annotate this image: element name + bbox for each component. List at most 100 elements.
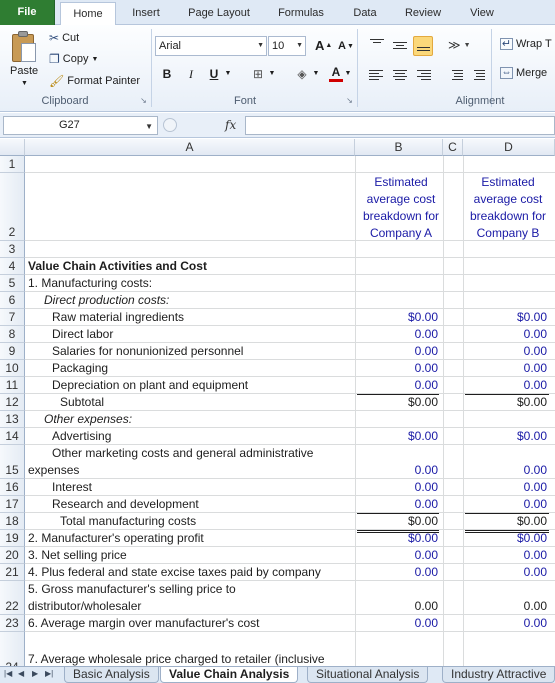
select-all-corner[interactable]	[0, 139, 25, 156]
cell-b-value[interactable]: $0.00	[356, 514, 438, 528]
cell-b-value[interactable]: 0.00	[356, 378, 438, 392]
align-center-icon[interactable]	[391, 66, 409, 84]
sheet-tab-basic-analysis[interactable]: Basic Analysis	[64, 667, 159, 683]
italic-button[interactable]: I	[184, 65, 198, 83]
column-header-a[interactable]: A	[25, 139, 355, 156]
cell-a-label[interactable]: Raw material ingredients	[52, 310, 184, 324]
sheet-tab-value-chain-analysis[interactable]: Value Chain Analysis	[160, 667, 299, 683]
cell-b-value[interactable]: $0.00	[356, 531, 438, 545]
cell-d-value[interactable]: 0.00	[464, 616, 547, 630]
cell-b-value[interactable]: 0.00	[356, 599, 438, 613]
column-header-b[interactable]: B	[355, 139, 443, 156]
paste-button[interactable]: Paste	[10, 65, 38, 77]
row-header[interactable]: 17	[0, 496, 25, 513]
cell-a-label[interactable]: Depreciation on plant and equipment	[52, 378, 248, 392]
cell-b-value[interactable]: 0.00	[356, 616, 438, 630]
cell-a-label[interactable]: 5. Gross manufacturer's selling price to…	[28, 582, 236, 613]
cell-d-value[interactable]: 0.00	[464, 480, 547, 494]
last-sheet-icon[interactable]: ▶|	[45, 669, 53, 678]
borders-dropdown-icon[interactable]: ▼	[268, 65, 276, 83]
copy-button[interactable]: ❐ Copy ▼	[49, 52, 98, 66]
cell-a-label[interactable]: 6. Average margin over manufacturer's co…	[28, 616, 260, 630]
cut-button[interactable]: ✂ Cut	[49, 31, 79, 45]
orientation-button[interactable]: ≫ ▼	[448, 38, 471, 52]
paste-icon[interactable]	[10, 30, 38, 64]
middle-align-icon[interactable]	[391, 36, 409, 54]
tab-formulas[interactable]: Formulas	[274, 5, 328, 25]
cell-b-value[interactable]: $0.00	[356, 429, 438, 443]
merge-center-button[interactable]: ⇔ Merge	[500, 67, 547, 79]
cell-d-value[interactable]: 0.00	[464, 327, 547, 341]
row-header[interactable]: 5	[0, 275, 25, 292]
cell-a-label[interactable]: Direct labor	[52, 327, 113, 341]
row-header[interactable]: 4	[0, 258, 25, 275]
cell-a-label[interactable]: Direct production costs:	[44, 293, 169, 307]
increase-indent-icon[interactable]	[468, 66, 486, 84]
cell-b-value[interactable]: $0.00	[356, 310, 438, 324]
decrease-indent-icon[interactable]	[446, 66, 464, 84]
tab-review[interactable]: Review	[400, 5, 446, 25]
format-painter-button[interactable]: 🖌 Format Painter	[49, 74, 140, 88]
font-color-button[interactable]: A	[329, 65, 343, 82]
tab-file[interactable]: File	[0, 0, 55, 25]
cell-b-value[interactable]: 0.00	[356, 548, 438, 562]
cell-a-label[interactable]: Other marketing costs and general admini…	[28, 446, 313, 477]
top-align-icon[interactable]	[368, 36, 386, 54]
cell-b-value[interactable]: 0.00	[356, 480, 438, 494]
paste-dropdown-icon[interactable]: ▼	[21, 80, 28, 87]
cell-d-value[interactable]: $0.00	[464, 310, 547, 324]
prev-sheet-icon[interactable]: ◀	[18, 669, 24, 678]
cell-a-label[interactable]: Advertising	[52, 429, 111, 443]
cell-d-value[interactable]: $0.00	[464, 514, 547, 528]
align-left-icon[interactable]	[368, 66, 386, 84]
cell-b-value[interactable]: 0.00	[356, 327, 438, 341]
tab-data[interactable]: Data	[349, 5, 381, 25]
cell-d-value[interactable]: 0.00	[464, 344, 547, 358]
cell-a-label[interactable]: Salaries for nonunionized personnel	[52, 344, 243, 358]
cell-b-value[interactable]: $0.00	[356, 395, 438, 409]
tab-home[interactable]: Home	[60, 2, 116, 26]
cell-d-value[interactable]: $0.00	[464, 395, 547, 409]
cell-a-label[interactable]: Total manufacturing costs	[60, 514, 196, 528]
cell-d-value[interactable]: 0.00	[464, 463, 547, 477]
row-header[interactable]: 20	[0, 547, 25, 564]
cell-d-value[interactable]: 0.00	[464, 565, 547, 579]
tab-insert[interactable]: Insert	[128, 5, 164, 25]
font-size-select[interactable]: 10 ▼	[268, 36, 306, 56]
sheet-tab-situational-analysis[interactable]: Situational Analysis	[307, 667, 429, 683]
cell-d-value[interactable]: $0.00	[464, 531, 547, 545]
row-header[interactable]: 19	[0, 530, 25, 547]
row-header[interactable]: 7	[0, 309, 25, 326]
cell-d-value[interactable]: 0.00	[464, 361, 547, 375]
underline-button[interactable]: U	[207, 65, 221, 83]
row-header[interactable]: 13	[0, 411, 25, 428]
row-header[interactable]: 12	[0, 394, 25, 411]
sheet-tab-industry-attractive[interactable]: Industry Attractive	[442, 667, 555, 683]
row-header[interactable]: 18	[0, 513, 25, 530]
cell-b2-header[interactable]: Estimated average cost breakdown for Com…	[357, 174, 445, 242]
row-header[interactable]: 2	[0, 173, 25, 241]
align-right-icon[interactable]	[414, 66, 432, 84]
next-sheet-icon[interactable]: ▶	[32, 669, 38, 678]
shrink-font-button[interactable]: A ▼	[338, 40, 354, 52]
row-header[interactable]: 6	[0, 292, 25, 309]
font-launcher-icon[interactable]: ↘	[345, 97, 354, 106]
fill-color-button[interactable]: ◈	[293, 65, 311, 83]
bold-button[interactable]: B	[160, 65, 174, 83]
cell-d-value[interactable]: $0.00	[464, 429, 547, 443]
cell-b-value[interactable]: 0.00	[356, 463, 438, 477]
row-header[interactable]: 10	[0, 360, 25, 377]
bottom-align-icon[interactable]	[413, 36, 433, 56]
cell-d-value[interactable]: 0.00	[464, 378, 547, 392]
row-header[interactable]: 24	[0, 632, 25, 666]
row-header[interactable]: 22	[0, 581, 25, 615]
column-header-c[interactable]: C	[443, 139, 463, 156]
cell-a-label[interactable]: Packaging	[52, 361, 108, 375]
row-header[interactable]: 16	[0, 479, 25, 496]
formula-input[interactable]	[245, 116, 555, 135]
underline-dropdown-icon[interactable]: ▼	[224, 65, 232, 83]
grow-font-button[interactable]: A ▲	[315, 38, 332, 53]
cell-b-value[interactable]: 0.00	[356, 344, 438, 358]
cell-d-value[interactable]: 0.00	[464, 599, 547, 613]
tab-view[interactable]: View	[466, 5, 498, 25]
